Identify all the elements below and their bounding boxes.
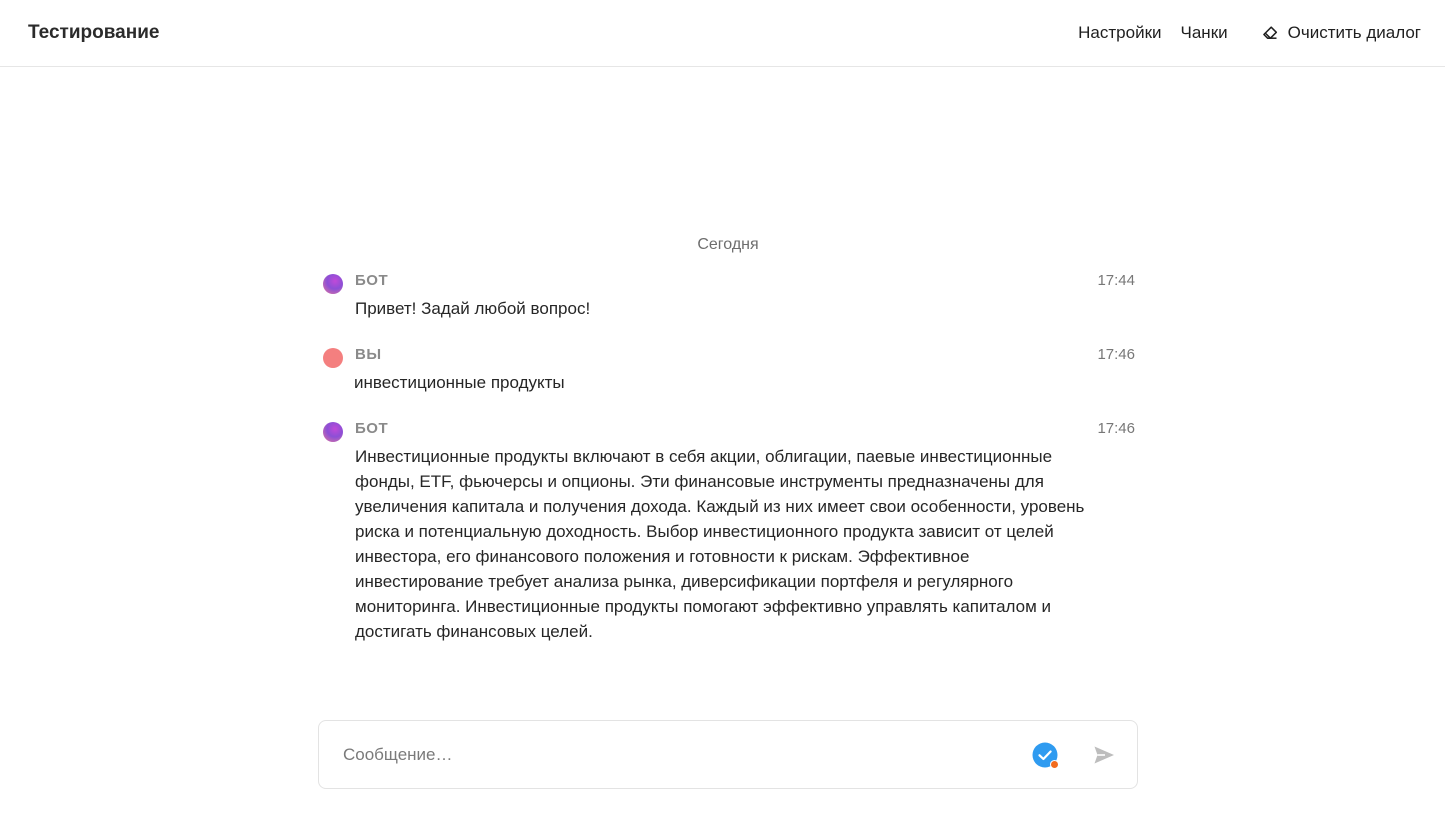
page-title: Тестирование [28,22,160,43]
clear-dialog-label: Очистить диалог [1287,23,1421,42]
message-user-query: ВЫ 17:46 инвестиционные продукты [319,342,1137,395]
message-time: 17:46 [1097,345,1135,363]
message-header: ВЫ 17:46 [355,342,1137,366]
app-header: Тестирование Настройки Чанки Очистить ди… [0,0,1445,67]
chat-feed: Сегодня БОТ 17:44 Привет! Задай любой во… [319,232,1137,665]
message-author: БОТ [355,271,389,289]
message-header: БОТ 17:44 [355,268,1137,292]
header-nav: Настройки Чанки Очистить диалог [1078,23,1421,43]
message-time: 17:46 [1097,419,1135,437]
message-text: Инвестиционные продукты включают в себя … [355,447,1085,641]
eraser-icon [1262,26,1277,39]
user-avatar [323,348,343,368]
message-author: БОТ [355,419,389,437]
message-text: инвестиционные продукты [354,373,565,392]
message-time: 17:44 [1097,271,1135,289]
chunks-link[interactable]: Чанки [1181,23,1228,43]
settings-link[interactable]: Настройки [1078,23,1161,43]
message-input[interactable] [343,744,1032,765]
date-divider: Сегодня [697,236,759,253]
bot-avatar [323,422,343,442]
message-bot-answer: БОТ 17:46 Инвестиционные продукты включа… [319,416,1137,644]
check-badge-toggle[interactable] [1032,742,1059,769]
status-dot [1050,759,1059,769]
message-author: ВЫ [355,345,382,363]
message-bot-greeting: БОТ 17:44 Привет! Задай любой вопрос! [319,268,1137,321]
clear-dialog-button[interactable]: Очистить диалог [1262,23,1421,43]
message-composer [318,720,1138,789]
message-header: БОТ 17:46 [355,416,1137,440]
send-icon[interactable] [1092,743,1116,767]
bot-avatar [323,274,343,294]
message-text: Привет! Задай любой вопрос! [355,299,591,318]
